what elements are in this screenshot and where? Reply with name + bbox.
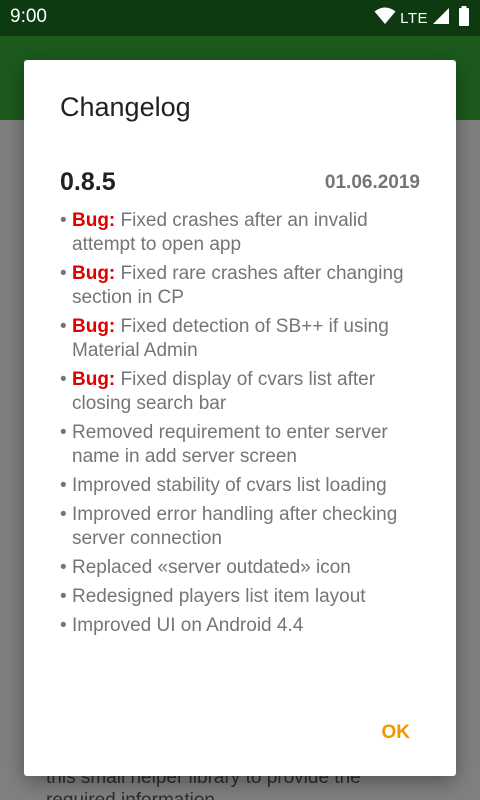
- changelog-item-text: Fixed rare crashes after changing sectio…: [72, 263, 404, 308]
- changelog-scroll-area[interactable]: 0.8.5 01.06.2019 • Bug: Fixed crashes aft…: [60, 162, 420, 656]
- changelog-item: • Bug: Fixed detection of SB++ if using M…: [60, 315, 420, 363]
- bullet-icon: •: [60, 422, 67, 443]
- changelog-item-text: Fixed display of cvars list after closin…: [72, 369, 376, 414]
- changelog-item-text: Fixed crashes after an invalid attempt t…: [72, 210, 368, 255]
- cell-signal-icon: [432, 7, 450, 30]
- background-text-line: required information: [46, 790, 215, 800]
- changelog-item-text: Fixed detection of SB++ if using Materia…: [72, 316, 389, 361]
- changelog-item-text: Improved UI on Android 4.4: [72, 615, 304, 636]
- changelog-item: • Bug: Fixed crashes after an invalid att…: [60, 209, 420, 257]
- changelog-item: • Improved stability of cvars list loadin…: [60, 474, 420, 498]
- changelog-item: • Replaced «server outdated» icon: [60, 556, 420, 580]
- version-date: 01.06.2019: [324, 172, 420, 193]
- bug-tag: Bug:: [72, 316, 116, 337]
- bullet-icon: •: [60, 263, 67, 284]
- changelog-dialog: Changelog 0.8.5 01.06.2019 • Bug: Fixed c…: [24, 60, 456, 776]
- changelog-item-text: Removed requirement to enter server name…: [72, 422, 388, 467]
- changelog-item-text: Improved stability of cvars list loading: [72, 475, 387, 496]
- change-list: • Bug: Fixed crashes after an invalid att…: [60, 209, 420, 638]
- network-type-label: LTE: [400, 9, 428, 27]
- changelog-item: • Redesigned players list item layout: [60, 585, 420, 609]
- changelog-item: • Improved UI on Android 4.4: [60, 614, 420, 638]
- dialog-title: Changelog: [60, 92, 191, 122]
- version-header: 0.8.5 01.06.2019: [60, 162, 420, 206]
- bullet-icon: •: [60, 369, 67, 390]
- status-icons: LTE: [374, 5, 470, 31]
- changelog-item-text: Replaced «server outdated» icon: [72, 557, 351, 578]
- bug-tag: Bug:: [72, 210, 116, 231]
- wifi-icon: [374, 7, 396, 30]
- ok-button[interactable]: OK: [376, 718, 417, 748]
- bug-tag: Bug:: [72, 369, 116, 390]
- changelog-item: • Improved error handling after checking …: [60, 503, 420, 551]
- bullet-icon: •: [60, 504, 67, 525]
- changelog-item-text: Redesigned players list item layout: [72, 586, 366, 607]
- bullet-icon: •: [60, 475, 67, 496]
- bullet-icon: •: [60, 316, 67, 337]
- status-bar: 9:00 LTE: [0, 0, 480, 36]
- battery-icon: [458, 5, 470, 31]
- bug-tag: Bug:: [72, 263, 116, 284]
- bullet-icon: •: [60, 586, 67, 607]
- changelog-item: • Bug: Fixed rare crashes after changing …: [60, 262, 420, 310]
- bullet-icon: •: [60, 615, 67, 636]
- changelog-item-text: Improved error handling after checking s…: [72, 504, 398, 549]
- screen: 9:00 LTE this small helper library to pr…: [0, 0, 480, 800]
- bullet-icon: •: [60, 557, 67, 578]
- status-time: 9:00: [10, 6, 47, 27]
- version-number: 0.8.5: [60, 168, 116, 196]
- changelog-item: • Removed requirement to enter server nam…: [60, 421, 420, 469]
- changelog-item: • Bug: Fixed display of cvars list after …: [60, 368, 420, 416]
- bullet-icon: •: [60, 210, 67, 231]
